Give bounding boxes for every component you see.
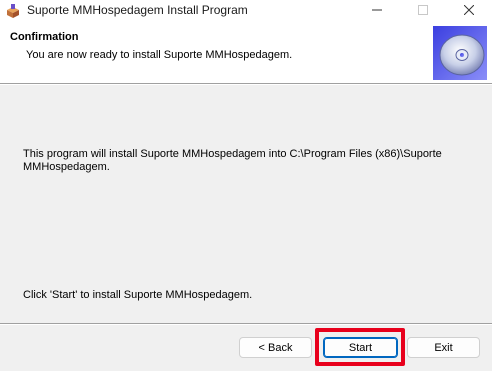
close-button[interactable] [446,0,492,22]
back-button[interactable]: < Back [239,337,312,358]
window-title: Suporte MMHospedagem Install Program [27,3,248,17]
footer-divider-highlight [0,324,492,325]
close-icon [463,4,475,18]
minimize-icon [372,5,382,18]
start-button-highlight [315,328,405,366]
installer-box-icon [5,3,21,19]
maximize-button[interactable] [400,0,446,22]
click-start-instruction: Click 'Start' to install Suporte MMHospe… [23,289,253,301]
page-title: Confirmation [10,31,79,43]
cd-disc-icon [433,26,487,80]
minimize-button[interactable] [354,0,400,22]
maximize-icon [418,4,428,18]
install-description: This program will install Suporte MMHosp… [23,148,442,173]
header-divider-highlight [0,84,492,85]
page-subtitle: You are now ready to install Suporte MMH… [26,49,293,61]
dialog-header: Confirmation You are now ready to instal… [0,22,492,83]
exit-button[interactable]: Exit [407,337,480,358]
title-bar[interactable]: Suporte MMHospedagem Install Program [0,0,492,22]
